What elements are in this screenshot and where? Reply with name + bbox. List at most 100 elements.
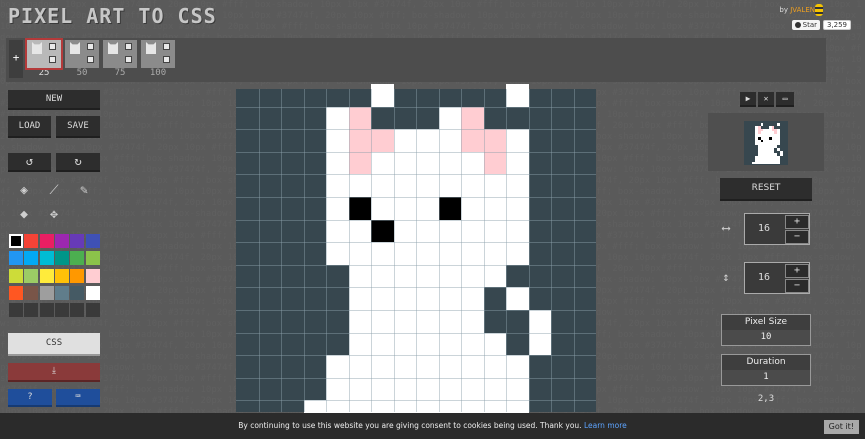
delete-frame-icon[interactable] xyxy=(163,43,170,50)
color-swatch[interactable] xyxy=(9,268,23,283)
duplicate-frame-icon[interactable] xyxy=(49,56,56,63)
pixel[interactable] xyxy=(461,332,484,356)
pixel[interactable] xyxy=(483,151,506,175)
color-swatch[interactable] xyxy=(85,268,100,283)
color-swatch[interactable] xyxy=(85,303,100,318)
pixel[interactable] xyxy=(326,151,349,175)
pixel[interactable] xyxy=(326,197,349,220)
delete-frame-icon[interactable] xyxy=(49,43,56,50)
load-button[interactable]: LOAD xyxy=(8,116,51,138)
pixel[interactable] xyxy=(371,129,394,152)
pixel[interactable] xyxy=(326,355,349,378)
pixel[interactable] xyxy=(393,129,416,152)
pixel[interactable] xyxy=(438,197,461,220)
rows-value[interactable]: 16 xyxy=(745,263,783,293)
color-swatch[interactable] xyxy=(39,251,54,266)
pixel[interactable] xyxy=(348,174,371,197)
pixel[interactable] xyxy=(506,129,529,152)
add-frame-button[interactable]: + xyxy=(9,40,23,78)
paint-bucket-icon[interactable]: ◈ xyxy=(14,182,34,200)
pixel[interactable] xyxy=(461,151,484,175)
pixel[interactable] xyxy=(326,242,349,265)
pixel[interactable] xyxy=(483,197,506,220)
color-swatch[interactable] xyxy=(24,234,39,248)
pixel[interactable] xyxy=(348,287,371,310)
pixel[interactable] xyxy=(371,197,394,220)
pixel[interactable] xyxy=(416,377,439,401)
pixel[interactable] xyxy=(483,264,506,288)
undo-button[interactable]: ↺ xyxy=(8,153,51,172)
keyboard-shortcuts-button[interactable]: ⌨ xyxy=(56,389,100,407)
pixel[interactable] xyxy=(416,355,439,378)
pixel-canvas[interactable] xyxy=(236,84,596,424)
download-button[interactable]: ⤓ xyxy=(8,363,100,382)
pixel[interactable] xyxy=(348,151,371,175)
pixel[interactable] xyxy=(483,129,506,152)
star-count[interactable]: 3,259 xyxy=(822,20,851,30)
pixel[interactable] xyxy=(483,219,506,243)
pixel[interactable] xyxy=(506,287,529,310)
pixel[interactable] xyxy=(393,287,416,310)
pixel[interactable] xyxy=(393,197,416,220)
color-swatch[interactable] xyxy=(39,285,54,300)
color-swatch[interactable] xyxy=(70,268,85,283)
redo-button[interactable]: ↻ xyxy=(56,153,100,172)
pixel[interactable] xyxy=(348,106,371,130)
pixel[interactable] xyxy=(393,242,416,265)
pixel[interactable] xyxy=(371,84,394,107)
frame-thumbnail[interactable]: 75 xyxy=(103,40,137,78)
pixel[interactable] xyxy=(506,197,529,220)
color-swatch[interactable] xyxy=(85,234,100,248)
color-swatch[interactable] xyxy=(9,234,23,248)
pixel[interactable] xyxy=(348,242,371,265)
pixel[interactable] xyxy=(438,287,461,310)
eraser-icon[interactable]: ◆ xyxy=(14,206,34,224)
pixel-size-input[interactable]: 10 xyxy=(722,330,810,345)
pixel[interactable] xyxy=(393,355,416,378)
pixel[interactable] xyxy=(461,287,484,310)
frame-percent[interactable]: 100 xyxy=(141,68,175,78)
color-swatch[interactable] xyxy=(54,285,69,300)
frame-thumbnail[interactable]: 50 xyxy=(65,40,99,78)
pixel[interactable] xyxy=(438,174,461,197)
pixel[interactable] xyxy=(461,197,484,220)
pixel[interactable] xyxy=(438,151,461,175)
css-button[interactable]: CSS xyxy=(8,333,100,356)
color-swatch[interactable] xyxy=(54,251,69,266)
pixel[interactable] xyxy=(483,332,506,356)
pixel[interactable] xyxy=(438,377,461,401)
move-icon[interactable]: ✥ xyxy=(44,206,64,224)
color-swatch[interactable] xyxy=(70,303,85,318)
pixel[interactable] xyxy=(461,377,484,401)
pixel[interactable] xyxy=(371,332,394,356)
new-button[interactable]: NEW xyxy=(8,90,100,110)
pixel[interactable] xyxy=(348,129,371,152)
delete-frame-icon[interactable] xyxy=(87,43,94,50)
pixel[interactable] xyxy=(326,219,349,243)
pixel[interactable] xyxy=(371,151,394,175)
pixel[interactable] xyxy=(371,219,394,243)
pixel[interactable] xyxy=(461,310,484,333)
pixel[interactable] xyxy=(326,106,349,130)
github-star-button[interactable]: Star xyxy=(791,20,820,30)
pixel[interactable] xyxy=(326,129,349,152)
pixel[interactable] xyxy=(326,377,349,401)
pixel[interactable] xyxy=(348,264,371,288)
eyedropper-icon[interactable]: ⟋ xyxy=(44,182,64,200)
pixel[interactable] xyxy=(528,310,551,333)
pixel[interactable] xyxy=(348,355,371,378)
pixel[interactable] xyxy=(506,242,529,265)
rows-decrement-button[interactable]: − xyxy=(785,279,809,293)
pixel[interactable] xyxy=(416,264,439,288)
pixel[interactable] xyxy=(461,355,484,378)
pixel[interactable] xyxy=(393,332,416,356)
pixel[interactable] xyxy=(461,174,484,197)
frame-thumbnail[interactable]: 100 xyxy=(141,40,175,78)
frame-percent[interactable]: 50 xyxy=(65,68,99,78)
pixel[interactable] xyxy=(326,174,349,197)
color-swatch[interactable] xyxy=(9,285,23,300)
pixel[interactable] xyxy=(483,355,506,378)
learn-more-link[interactable]: Learn more xyxy=(584,421,627,430)
pixel[interactable] xyxy=(348,310,371,333)
pixel[interactable] xyxy=(416,151,439,175)
